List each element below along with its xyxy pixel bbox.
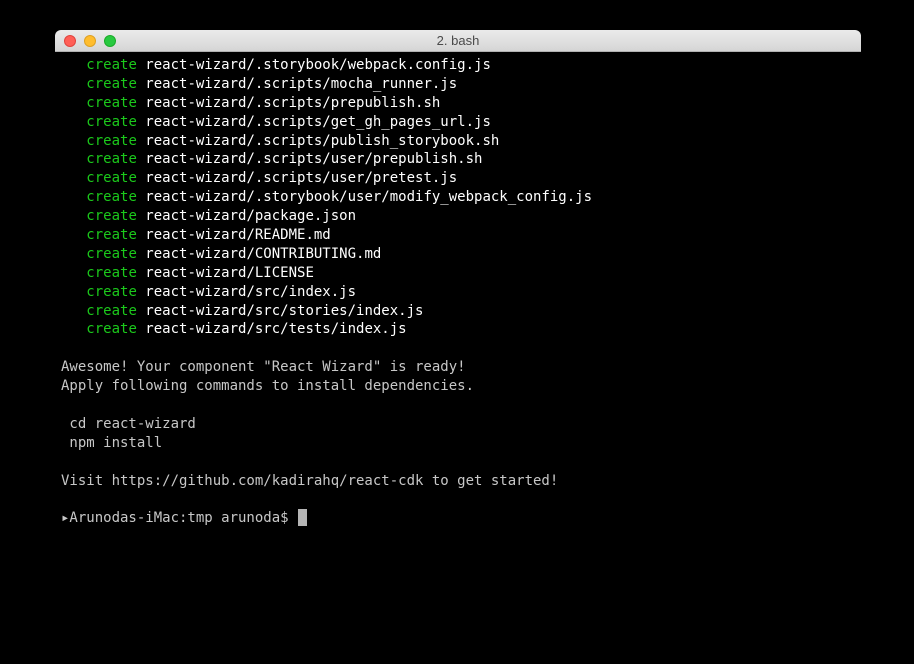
command-npm-install: npm install [61, 434, 855, 453]
created-path: react-wizard/.scripts/user/pretest.js [137, 170, 457, 186]
create-label: create [86, 227, 137, 243]
created-path: react-wizard/.storybook/webpack.config.j… [137, 57, 491, 73]
blank-line [61, 453, 855, 472]
create-line: create react-wizard/src/index.js [61, 283, 855, 302]
created-path: react-wizard/.scripts/user/prepublish.sh [137, 151, 483, 167]
command-cd: cd react-wizard [61, 415, 855, 434]
create-label: create [86, 321, 137, 337]
create-line: create react-wizard/.scripts/publish_sto… [61, 132, 855, 151]
prompt-line[interactable]: ▸Arunodas-iMac:tmp arunoda$ [61, 509, 855, 528]
created-path: react-wizard/src/index.js [137, 284, 356, 300]
create-line: create react-wizard/.scripts/user/pretes… [61, 169, 855, 188]
created-path: react-wizard/.scripts/get_gh_pages_url.j… [137, 114, 491, 130]
blank-line [61, 490, 855, 509]
created-path: react-wizard/README.md [137, 227, 331, 243]
create-line: create react-wizard/.storybook/webpack.c… [61, 56, 855, 75]
create-line: create react-wizard/src/tests/index.js [61, 320, 855, 339]
created-path: react-wizard/package.json [137, 208, 356, 224]
create-label: create [86, 151, 137, 167]
message-ready: Awesome! Your component "React Wizard" i… [61, 358, 855, 377]
window-title: 2. bash [55, 33, 861, 48]
created-path: react-wizard/CONTRIBUTING.md [137, 246, 381, 262]
create-line: create react-wizard/package.json [61, 207, 855, 226]
create-label: create [86, 303, 137, 319]
blank-line [61, 396, 855, 415]
close-icon[interactable] [64, 35, 76, 47]
created-path: react-wizard/.storybook/user/modify_webp… [137, 189, 592, 205]
create-label: create [86, 189, 137, 205]
create-line: create react-wizard/CONTRIBUTING.md [61, 245, 855, 264]
create-label: create [86, 114, 137, 130]
traffic-lights [55, 35, 116, 47]
created-path: react-wizard/src/tests/index.js [137, 321, 407, 337]
create-line: create react-wizard/.scripts/prepublish.… [61, 94, 855, 113]
create-label: create [86, 284, 137, 300]
created-path: react-wizard/LICENSE [137, 265, 314, 281]
create-line: create react-wizard/.scripts/get_gh_page… [61, 113, 855, 132]
create-label: create [86, 95, 137, 111]
terminal-body[interactable]: create react-wizard/.storybook/webpack.c… [55, 52, 861, 635]
create-label: create [86, 133, 137, 149]
create-label: create [86, 57, 137, 73]
minimize-icon[interactable] [84, 35, 96, 47]
created-path: react-wizard/.scripts/prepublish.sh [137, 95, 440, 111]
create-label: create [86, 265, 137, 281]
create-label: create [86, 76, 137, 92]
create-line: create react-wizard/src/stories/index.js [61, 302, 855, 321]
create-line: create react-wizard/.scripts/mocha_runne… [61, 75, 855, 94]
message-apply: Apply following commands to install depe… [61, 377, 855, 396]
create-line: create react-wizard/LICENSE [61, 264, 855, 283]
create-label: create [86, 246, 137, 262]
message-visit: Visit https://github.com/kadirahq/react-… [61, 472, 855, 491]
create-line: create react-wizard/README.md [61, 226, 855, 245]
titlebar: 2. bash [55, 30, 861, 52]
maximize-icon[interactable] [104, 35, 116, 47]
create-line: create react-wizard/.scripts/user/prepub… [61, 150, 855, 169]
cursor [298, 509, 307, 526]
created-path: react-wizard/.scripts/mocha_runner.js [137, 76, 457, 92]
prompt-text: ▸Arunodas-iMac:tmp arunoda$ [61, 510, 297, 526]
terminal-window: 2. bash create react-wizard/.storybook/w… [55, 30, 861, 635]
create-line: create react-wizard/.storybook/user/modi… [61, 188, 855, 207]
create-label: create [86, 208, 137, 224]
created-path: react-wizard/.scripts/publish_storybook.… [137, 133, 499, 149]
created-path: react-wizard/src/stories/index.js [137, 303, 424, 319]
create-label: create [86, 170, 137, 186]
blank-line [61, 339, 855, 358]
